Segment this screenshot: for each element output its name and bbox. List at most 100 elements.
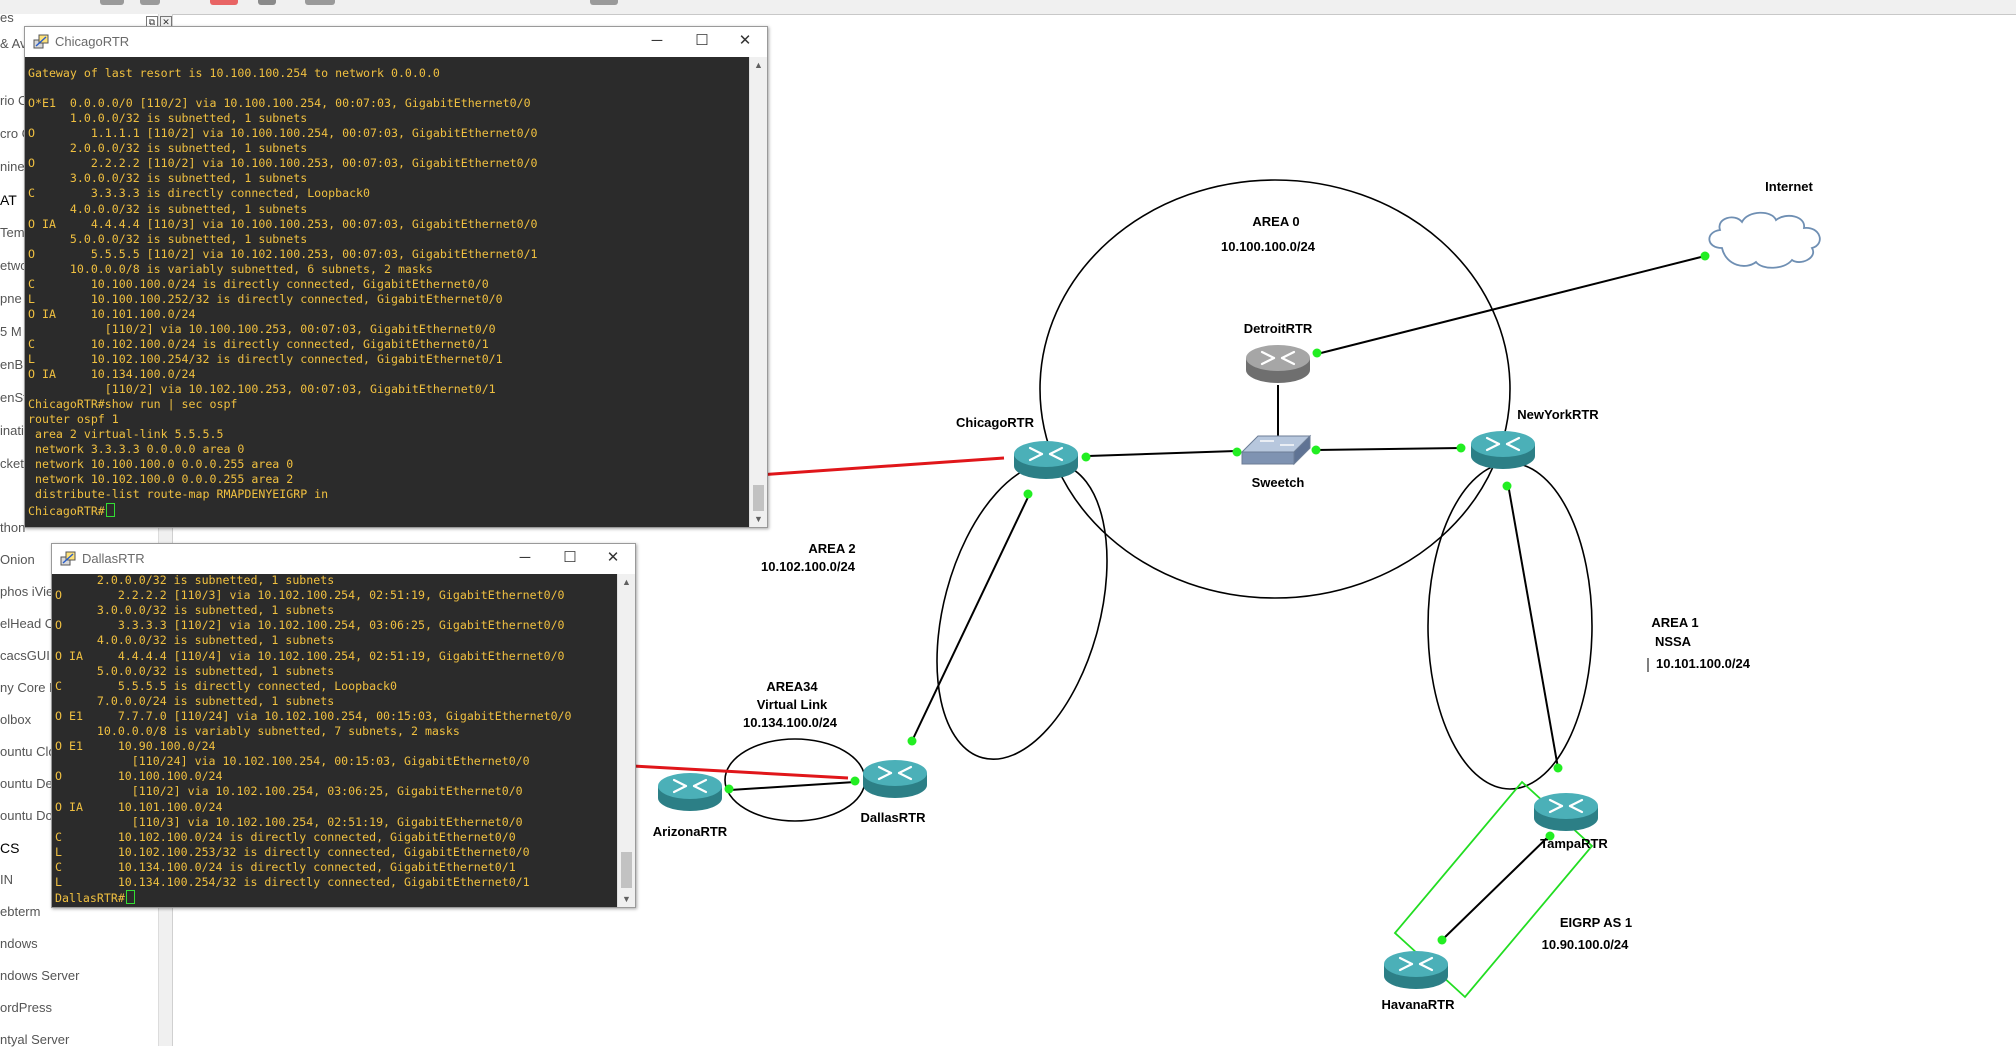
terminal-line: O 5.5.5.5 [110/2] via 10.102.100.253, 00… (28, 246, 538, 261)
terminal-line: [110/24] via 10.102.100.254, 00:15:03, G… (55, 754, 530, 769)
terminal-line: O*E1 0.0.0.0/0 [110/2] via 10.100.100.25… (28, 96, 531, 111)
link-dot (1312, 348, 1322, 358)
maximize-icon[interactable]: ☐ (682, 29, 722, 53)
terminal-line: O E1 7.7.7.0 [110/24] via 10.102.100.254… (55, 708, 572, 723)
terminal-line: ChicagoRTR# (28, 502, 115, 518)
terminal-line: O IA 4.4.4.4 [110/4] via 10.102.100.254,… (55, 648, 565, 663)
chicago-router-icon[interactable] (1012, 439, 1080, 481)
newyork-router-icon[interactable] (1469, 429, 1537, 471)
link-dot (1437, 935, 1447, 945)
close-icon[interactable]: ✕ (725, 29, 765, 53)
internet-cloud-icon[interactable] (1708, 211, 1821, 269)
console-terminal[interactable]: 2.0.0.0/32 is subnetted, 1 subnets O 2.2.… (52, 574, 618, 907)
havana-label: HavanaRTR (1382, 997, 1456, 1012)
close-icon[interactable]: ✕ (593, 546, 633, 570)
terminal-line: C 10.100.100.0/24 is directly connected,… (28, 276, 489, 291)
link-dot (1700, 251, 1710, 261)
area1-sub: NSSA (1655, 634, 1692, 649)
console-title: ChicagoRTR (55, 34, 130, 49)
minimize-icon[interactable]: ─ (637, 29, 677, 53)
console-scrollbar[interactable]: ▲ ▼ (617, 574, 635, 907)
terminal-line: DallasRTR# (55, 890, 135, 905)
terminal-line: O IA 10.101.100.0/24 (55, 799, 223, 814)
havana-router-icon[interactable] (1382, 949, 1450, 991)
newyork-label: NewYorkRTR (1517, 407, 1599, 422)
eigrp-subnet: 10.90.100.0/24 (1542, 937, 1630, 952)
area34-sub: Virtual Link (757, 697, 828, 712)
terminal-line: network 10.102.100.0 0.0.0.255 area 2 (28, 472, 294, 487)
terminal-line: 10.0.0.0/8 is variably subnetted, 7 subn… (55, 724, 460, 738)
terminal-line: O E1 10.90.100.0/24 (55, 739, 216, 754)
area2-subnet: 10.102.100.0/24 (761, 559, 856, 574)
terminal-line: O IA 4.4.4.4 [110/3] via 10.100.100.253,… (28, 216, 538, 231)
area2-name: AREA 2 (808, 541, 855, 556)
console-title-bar[interactable]: ChicagoRTR ─ ☐ ✕ (25, 27, 767, 57)
chicago-label: ChicagoRTR (956, 415, 1035, 430)
terminal-line: O 2.2.2.2 [110/2] via 10.100.100.253, 00… (28, 156, 538, 171)
link-dallas-arizona (729, 781, 856, 791)
scroll-up-icon[interactable]: ▲ (618, 574, 635, 590)
terminal-line: 10.0.0.0/8 is variably subnetted, 6 subn… (28, 261, 433, 276)
console-terminal[interactable]: Gateway of last resort is 10.100.100.254… (25, 57, 750, 527)
terminal-line: C 3.3.3.3 is directly connected, Loopbac… (28, 186, 371, 201)
tampa-label: TampaRTR (1540, 836, 1608, 851)
terminal-line: 5.0.0.0/32 is subnetted, 1 subnets (55, 663, 335, 678)
terminal-line: 7.0.0.0/24 is subnetted, 1 subnets (55, 693, 335, 708)
terminal-line: O 3.3.3.3 [110/2] via 10.102.100.254, 03… (55, 618, 565, 633)
terminal-line: [110/2] via 10.102.100.253, 00:07:03, Gi… (28, 382, 496, 397)
terminal-line: ChicagoRTR#show run | sec ospf (28, 397, 238, 412)
scroll-thumb[interactable] (753, 485, 764, 511)
scroll-down-icon[interactable]: ▼ (618, 891, 635, 907)
link-sweetch-newyork (1315, 447, 1462, 451)
console-title: DallasRTR (82, 551, 145, 566)
terminal-line: C 10.102.100.0/24 is directly connected,… (28, 336, 489, 351)
chicago-console-window[interactable]: ChicagoRTR ─ ☐ ✕ Gateway of last resort … (24, 26, 768, 528)
terminal-line: L 10.134.100.254/32 is directly connecte… (55, 875, 530, 889)
terminal-line: 1.0.0.0/32 is subnetted, 1 subnets (28, 111, 308, 126)
terminal-line: [110/3] via 10.102.100.254, 02:51:19, Gi… (55, 814, 523, 829)
link-dot (1502, 481, 1512, 491)
area1-boundary (1427, 462, 1593, 790)
arizona-label: ArizonaRTR (653, 824, 728, 839)
maximize-icon[interactable]: ☐ (550, 546, 590, 570)
dallas-label: DallasRTR (860, 810, 926, 825)
terminal-line: C 10.102.100.0/24 is directly connected,… (55, 829, 516, 844)
terminal-line: 2.0.0.0/32 is subnetted, 1 subnets (28, 141, 308, 156)
terminal-line: [110/2] via 10.100.100.253, 00:07:03, Gi… (28, 321, 496, 336)
dallas-console-window[interactable]: DallasRTR ─ ☐ ✕ 2.0.0.0/32 is subnetted,… (51, 543, 636, 908)
console-scrollbar[interactable]: ▲ ▼ (749, 57, 767, 527)
link-newyork-tampa (1507, 483, 1559, 769)
terminal-line: O IA 10.134.100.0/24 (28, 367, 196, 382)
scroll-up-icon[interactable]: ▲ (750, 57, 767, 73)
putty-icon (60, 551, 76, 566)
terminal-line: O 2.2.2.2 [110/3] via 10.102.100.254, 02… (55, 588, 565, 603)
switch-icon[interactable] (1240, 434, 1312, 466)
area34-name: AREA34 (766, 679, 818, 694)
terminal-line: C 10.134.100.0/24 is directly connected,… (55, 859, 516, 874)
terminal-line: 3.0.0.0/32 is subnetted, 1 subnets (55, 603, 335, 618)
scroll-down-icon[interactable]: ▼ (750, 511, 767, 527)
sweetch-label: Sweetch (1252, 475, 1305, 490)
scroll-thumb[interactable] (621, 852, 632, 888)
terminal-line: network 10.100.100.0 0.0.0.255 area 0 (28, 457, 294, 472)
terminal-line: O 10.100.100.0/24 (55, 769, 223, 784)
terminal-line: 4.0.0.0/32 is subnetted, 1 subnets (28, 201, 308, 216)
terminal-line: L 10.100.100.252/32 is directly connecte… (28, 291, 503, 306)
link-dot (724, 784, 734, 794)
tampa-router-icon[interactable] (1532, 791, 1600, 833)
dallas-router-icon[interactable] (861, 758, 929, 800)
terminal-line: O 1.1.1.1 [110/2] via 10.100.100.254, 00… (28, 126, 538, 141)
terminal-line: 2.0.0.0/32 is subnetted, 1 subnets (55, 574, 335, 587)
arizona-router-icon[interactable] (656, 771, 724, 813)
console-title-bar[interactable]: DallasRTR ─ ☐ ✕ (52, 544, 635, 574)
area34-subnet: 10.134.100.0/24 (743, 715, 838, 730)
terminal-line: 3.0.0.0/32 is subnetted, 1 subnets (28, 171, 308, 186)
terminal-line: 4.0.0.0/32 is subnetted, 1 subnets (55, 633, 335, 648)
terminal-line: L 10.102.100.254/32 is directly connecte… (28, 352, 503, 366)
area0-subnet: 10.100.100.0/24 (1221, 239, 1316, 254)
terminal-cursor (105, 502, 115, 517)
area34-boundary (724, 738, 866, 822)
detroit-router-icon[interactable] (1246, 345, 1310, 383)
minimize-icon[interactable]: ─ (505, 546, 545, 570)
link-dot (1081, 452, 1091, 462)
